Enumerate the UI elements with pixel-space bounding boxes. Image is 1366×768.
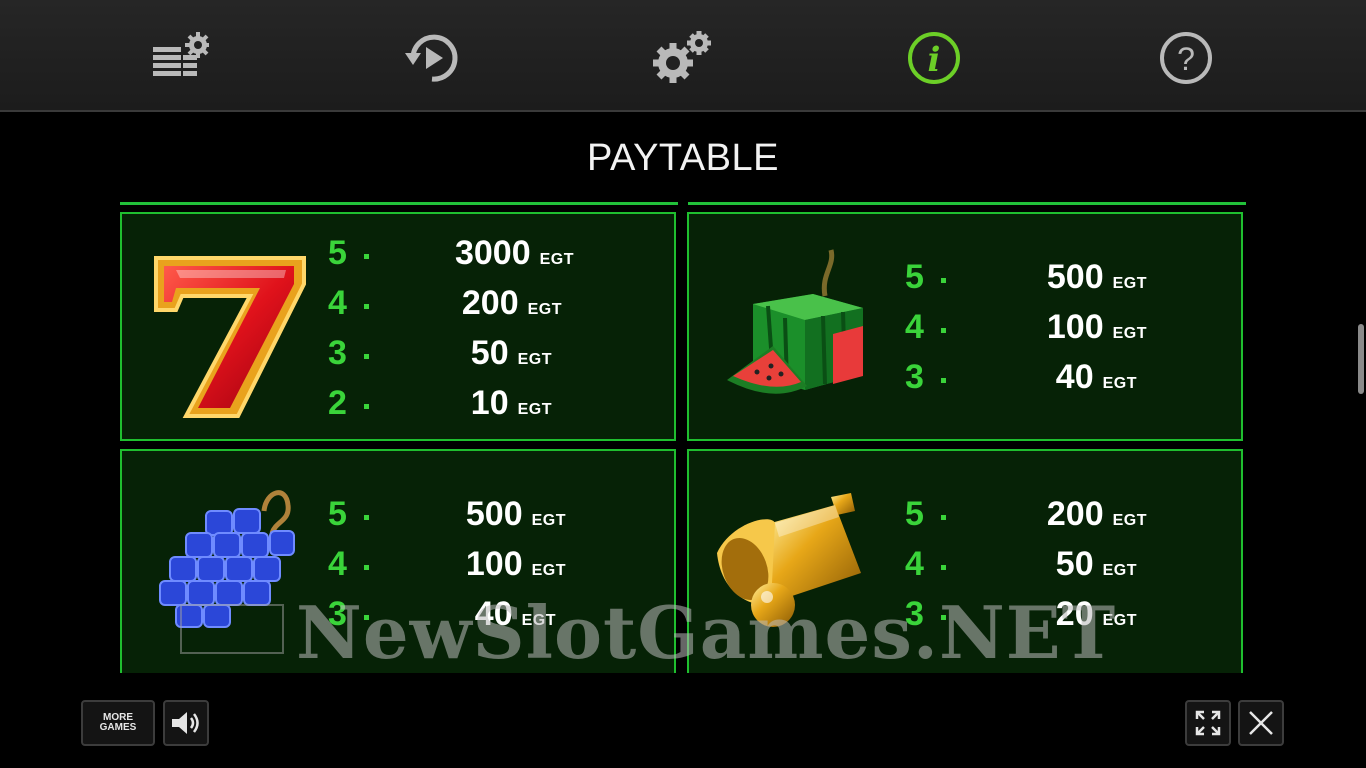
info-button[interactable]: i — [898, 22, 970, 94]
close-button[interactable] — [1238, 700, 1284, 746]
help-button[interactable]: ? — [1150, 22, 1222, 94]
separator-dot — [364, 565, 369, 570]
payout-list: 5 500 EGT 4 100 EGT 3 40 EGT — [905, 258, 1147, 408]
separator-dot — [941, 328, 946, 333]
payout-value: 100 EGT — [465, 545, 566, 583]
separator-dot — [364, 354, 369, 359]
payout-row: 5 500 EGT — [328, 495, 566, 545]
separator-dot — [364, 254, 369, 259]
help-icon: ? — [1160, 32, 1212, 84]
payout-value: 100 EGT — [1046, 308, 1147, 346]
separator-dot — [941, 278, 946, 283]
separator-dot — [364, 515, 369, 520]
svg-text:i: i — [928, 40, 941, 80]
payout-row: 5 500 EGT — [905, 258, 1147, 308]
separator-dot — [364, 615, 369, 620]
payout-value: 40 EGT — [1055, 358, 1137, 396]
payout-row: 3 40 EGT — [905, 358, 1147, 408]
paytable-card-bell: 5 200 EGT 4 50 EGT 3 20 EGT — [687, 449, 1243, 673]
autoplay-icon — [405, 34, 458, 82]
payout-value: 500 EGT — [1046, 258, 1147, 296]
payout-value: 3000 EGT — [454, 234, 574, 272]
payout-value: 50 EGT — [1055, 545, 1137, 583]
close-icon — [1249, 711, 1273, 735]
paytable-settings-icon — [153, 32, 209, 76]
separator-dot — [941, 515, 946, 520]
symbol-count: 5 — [328, 495, 347, 533]
paytable-settings-button[interactable] — [140, 22, 212, 94]
settings-button[interactable] — [646, 22, 718, 94]
autoplay-button[interactable] — [396, 22, 468, 94]
symbol-count: 3 — [328, 595, 347, 633]
scrollbar-thumb[interactable] — [1358, 324, 1364, 394]
separator-dot — [941, 615, 946, 620]
symbol-count: 2 — [328, 384, 347, 422]
paytable-card-seven: 5 3000 EGT 4 200 EGT 3 50 EGT 2 10 EGT — [120, 212, 676, 441]
settings-icon — [653, 31, 711, 83]
payout-row: 3 50 EGT — [328, 334, 574, 384]
payout-row: 4 100 EGT — [328, 545, 566, 595]
paytable-card-grapes: 5 500 EGT 4 100 EGT 3 40 EGT — [120, 449, 676, 673]
divider — [120, 202, 678, 205]
fullscreen-button[interactable] — [1185, 700, 1231, 746]
payout-list: 5 500 EGT 4 100 EGT 3 40 EGT — [328, 495, 566, 645]
symbol-count: 4 — [328, 545, 347, 583]
symbol-count: 5 — [905, 258, 924, 296]
separator-dot — [364, 304, 369, 309]
symbol-count: 5 — [905, 495, 924, 533]
payout-value: 10 EGT — [470, 384, 552, 422]
payout-value: 500 EGT — [465, 495, 566, 533]
divider — [688, 202, 1246, 205]
separator-dot — [941, 378, 946, 383]
svg-text:?: ? — [1177, 41, 1195, 77]
payout-row: 4 50 EGT — [905, 545, 1147, 595]
payout-row: 4 100 EGT — [905, 308, 1147, 358]
separator-dot — [364, 404, 369, 409]
payout-row: 4 200 EGT — [328, 284, 574, 334]
watermelon-symbol-icon — [727, 249, 863, 394]
payout-value: 40 EGT — [474, 595, 556, 633]
more-games-button[interactable]: MORE GAMES — [81, 700, 155, 746]
fullscreen-icon — [1195, 710, 1221, 736]
symbol-count: 3 — [905, 358, 924, 396]
symbol-count: 3 — [328, 334, 347, 372]
payout-row: 3 20 EGT — [905, 595, 1147, 645]
seven-symbol-icon — [154, 256, 306, 418]
info-icon: i — [908, 32, 960, 84]
symbol-count: 5 — [328, 234, 347, 272]
payout-list: 5 200 EGT 4 50 EGT 3 20 EGT — [905, 495, 1147, 645]
symbol-count: 4 — [905, 545, 924, 583]
payout-row: 5 200 EGT — [905, 495, 1147, 545]
grapes-symbol-icon — [159, 490, 295, 628]
payout-value: 50 EGT — [470, 334, 552, 372]
payout-value: 200 EGT — [461, 284, 562, 322]
paytable-card-watermelon: 5 500 EGT 4 100 EGT 3 40 EGT — [687, 212, 1243, 441]
sound-button[interactable] — [163, 700, 209, 746]
paytable-scroll-area[interactable]: 5 3000 EGT 4 200 EGT 3 50 EGT 2 10 EGT 5… — [118, 210, 1248, 673]
payout-list: 5 3000 EGT 4 200 EGT 3 50 EGT 2 10 EGT — [328, 234, 574, 434]
speaker-icon — [172, 712, 199, 734]
separator-dot — [941, 565, 946, 570]
payout-value: 200 EGT — [1046, 495, 1147, 533]
bell-symbol-icon — [717, 493, 861, 627]
payout-row: 2 10 EGT — [328, 384, 574, 434]
symbol-count: 4 — [328, 284, 347, 322]
payout-value: 20 EGT — [1055, 595, 1137, 633]
payout-row: 5 3000 EGT — [328, 234, 574, 284]
payout-row: 3 40 EGT — [328, 595, 566, 645]
symbol-count: 4 — [905, 308, 924, 346]
symbol-count: 3 — [905, 595, 924, 633]
page-title: PAYTABLE — [587, 137, 779, 179]
top-toolbar: i ? — [0, 0, 1366, 112]
more-games-label: MORE GAMES — [99, 712, 137, 733]
